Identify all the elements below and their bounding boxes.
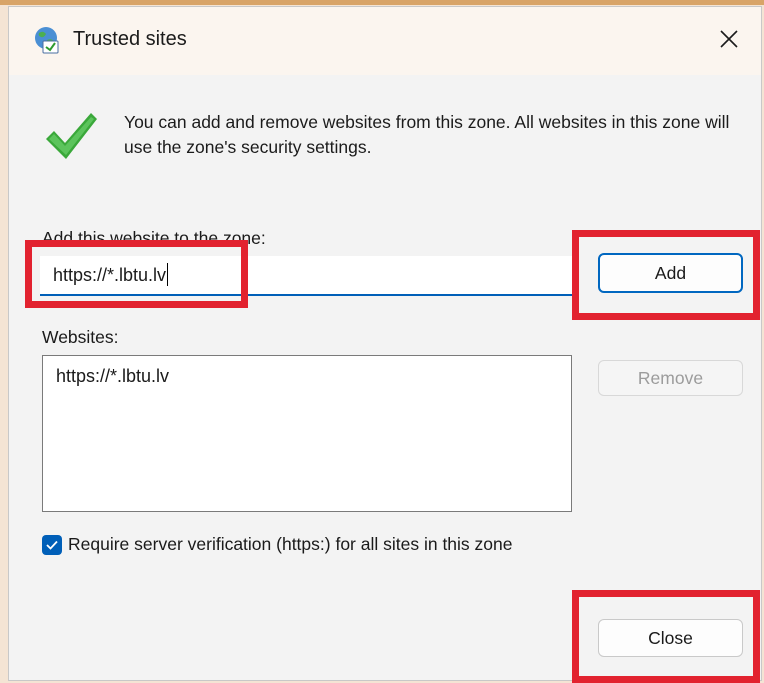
website-url-value: https://*.lbtu.lv <box>53 265 167 285</box>
close-button[interactable]: Close <box>598 619 743 657</box>
websites-list[interactable]: https://*.lbtu.lv <box>42 355 572 512</box>
background-window-strip <box>0 0 764 5</box>
dialog-title: Trusted sites <box>73 28 187 50</box>
website-url-input[interactable]: https://*.lbtu.lv <box>40 256 572 296</box>
remove-button[interactable]: Remove <box>598 360 743 396</box>
require-verification-label: Require server verification (https:) for… <box>68 534 513 554</box>
websites-label: Websites: <box>42 327 119 347</box>
add-website-label: Add this website to the zone: <box>42 228 266 248</box>
title-bar: Trusted sites <box>9 7 761 75</box>
trusted-sites-dialog: Trusted sites You can add and remove web… <box>8 6 762 681</box>
close-icon[interactable] <box>711 21 747 57</box>
text-caret <box>167 263 169 286</box>
list-item[interactable]: https://*.lbtu.lv <box>56 366 169 387</box>
zone-description: You can add and remove websites from thi… <box>124 112 730 157</box>
require-verification-row: Require server verification (https:) for… <box>42 534 512 555</box>
add-button[interactable]: Add <box>598 253 743 293</box>
trusted-sites-icon <box>33 25 63 55</box>
require-verification-checkbox[interactable] <box>42 534 62 555</box>
checkmark-icon <box>43 109 99 163</box>
